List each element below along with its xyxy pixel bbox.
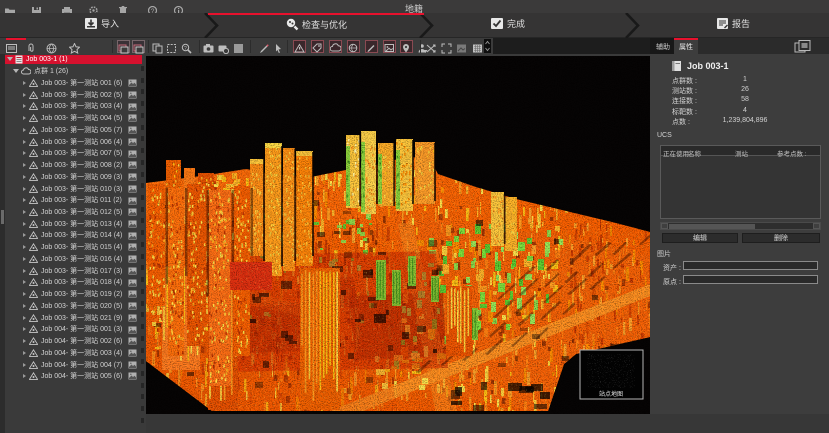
svg-text:站点地图: 站点地图 <box>599 390 623 398</box>
svg-text:?: ? <box>184 46 187 52</box>
